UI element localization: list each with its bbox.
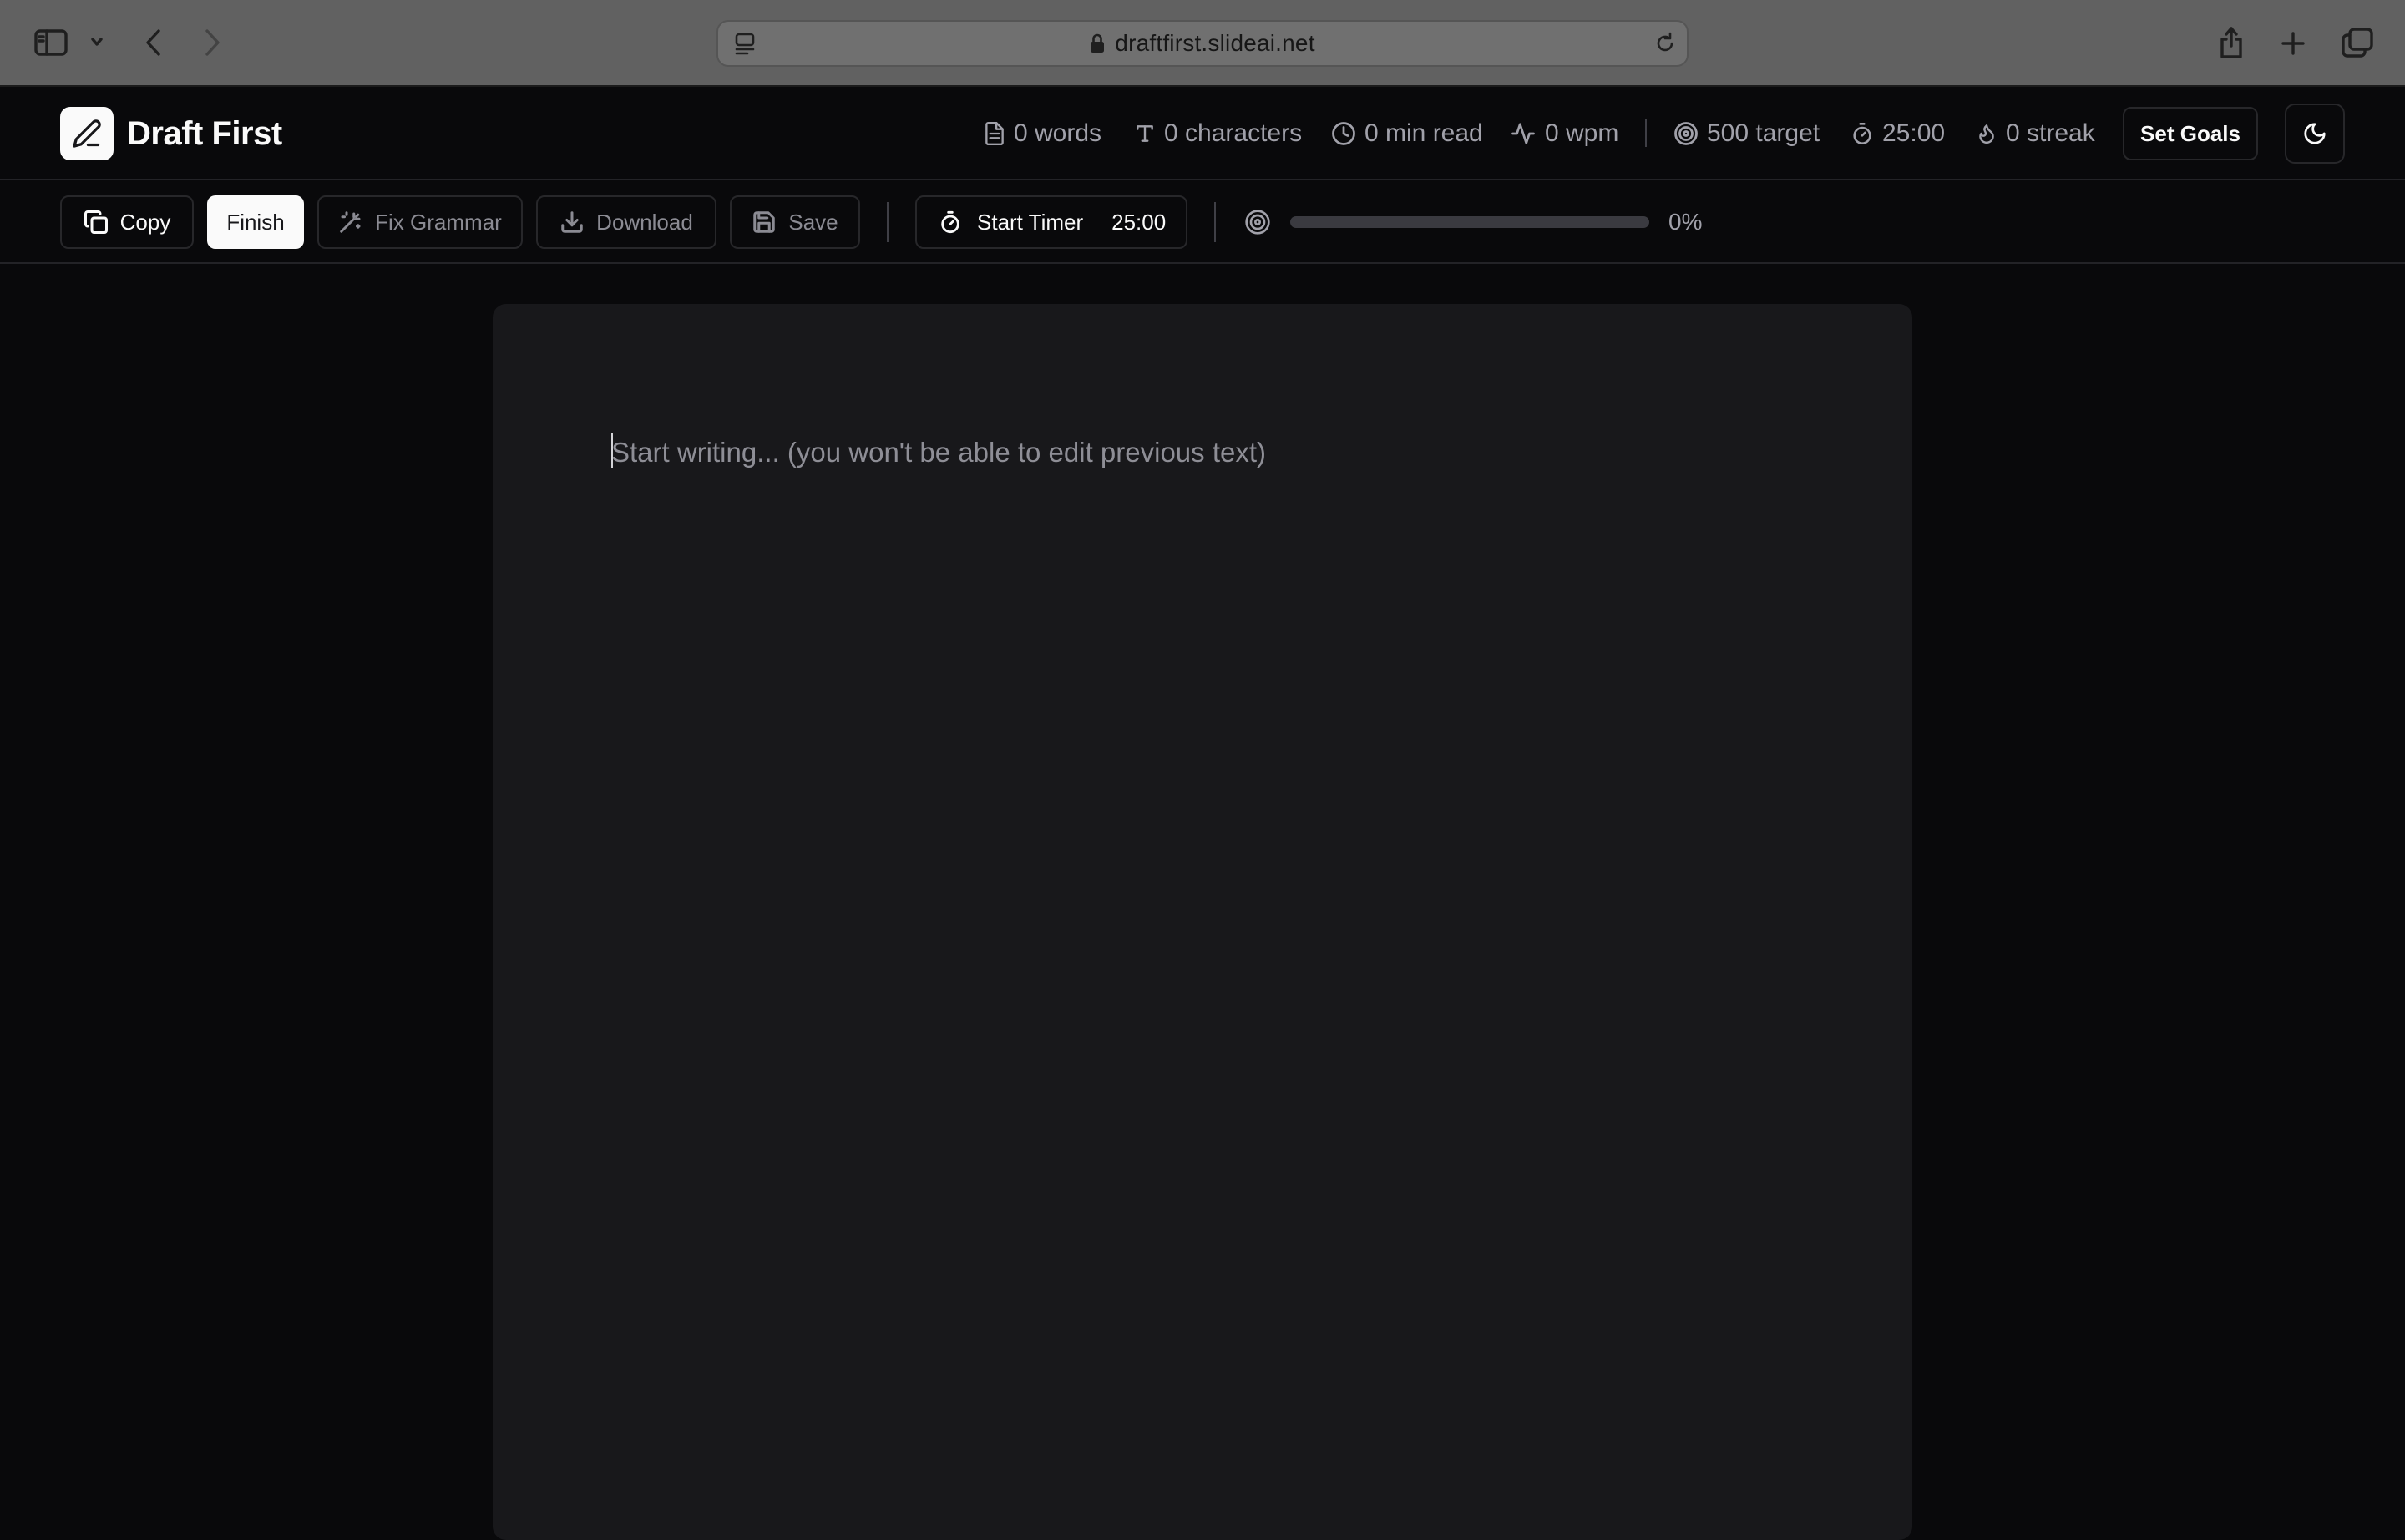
timer-icon bbox=[939, 210, 962, 235]
read-time-text: 0 min read bbox=[1365, 119, 1483, 147]
read-time: 0 min read bbox=[1331, 115, 1483, 152]
theme-toggle-button[interactable] bbox=[2285, 104, 2345, 164]
browser-toolbar: draftfirst.slideai.net bbox=[0, 0, 2405, 87]
app-header: Draft First 0 words 0 characters 0 min r… bbox=[0, 89, 2405, 180]
back-icon[interactable] bbox=[137, 25, 170, 60]
download-icon bbox=[559, 210, 585, 235]
flame-icon bbox=[1976, 121, 1997, 146]
magic-wand-icon bbox=[338, 210, 363, 235]
goal-progress-bar bbox=[1290, 216, 1649, 228]
goal-progress-percent: 0% bbox=[1668, 209, 1703, 235]
stats-divider bbox=[1645, 119, 1647, 147]
word-target-text: 500 target bbox=[1707, 119, 1820, 147]
chevron-down-icon[interactable] bbox=[87, 32, 107, 52]
target-icon bbox=[1673, 121, 1699, 146]
writing-streak: 0 streak bbox=[1976, 115, 2095, 152]
save-icon bbox=[752, 210, 777, 235]
words-per-minute: 0 wpm bbox=[1510, 115, 1618, 152]
editor-toolbar: Copy Finish Fix Grammar Download Save St… bbox=[0, 180, 2405, 264]
start-timer-button[interactable]: Start Timer 25:00 bbox=[915, 195, 1187, 249]
timer-value: 25:00 bbox=[1111, 209, 1167, 235]
target-icon bbox=[1244, 209, 1271, 236]
streak-text: 0 streak bbox=[2006, 119, 2095, 147]
set-goals-button[interactable]: Set Goals bbox=[2123, 107, 2258, 160]
finish-button[interactable]: Finish bbox=[207, 195, 304, 249]
moon-icon bbox=[2302, 121, 2327, 146]
fix-grammar-button[interactable]: Fix Grammar bbox=[317, 195, 523, 249]
address-bar[interactable]: draftfirst.slideai.net bbox=[716, 20, 1689, 67]
copy-icon bbox=[84, 210, 109, 235]
share-icon[interactable] bbox=[2215, 23, 2248, 62]
word-target: 500 target bbox=[1673, 115, 1820, 152]
text-cursor bbox=[611, 433, 613, 468]
url-text: draftfirst.slideai.net bbox=[1115, 30, 1315, 56]
activity-icon bbox=[1510, 121, 1537, 146]
pencil-icon bbox=[72, 119, 102, 149]
fix-grammar-label: Fix Grammar bbox=[375, 209, 502, 235]
toolbar-divider bbox=[1214, 202, 1216, 242]
download-label: Download bbox=[596, 209, 693, 235]
session-timer: 25:00 bbox=[1851, 115, 1945, 152]
type-icon bbox=[1134, 122, 1156, 145]
sidebar-toggle-icon[interactable] bbox=[33, 25, 68, 60]
copy-button[interactable]: Copy bbox=[60, 195, 194, 249]
app-title: Draft First bbox=[127, 115, 282, 152]
character-count: 0 characters bbox=[1134, 115, 1302, 152]
app-logo bbox=[60, 107, 114, 160]
timer-icon bbox=[1851, 121, 1874, 146]
copy-label: Copy bbox=[119, 209, 171, 235]
character-count-text: 0 characters bbox=[1164, 119, 1303, 147]
reload-icon[interactable] bbox=[1650, 28, 1680, 58]
lock-icon bbox=[1090, 33, 1105, 53]
editor-panel bbox=[493, 304, 1912, 1540]
download-button[interactable]: Download bbox=[536, 195, 716, 249]
file-text-icon bbox=[984, 121, 1005, 146]
toolbar-divider bbox=[887, 202, 889, 242]
start-timer-label: Start Timer bbox=[977, 209, 1084, 235]
save-label: Save bbox=[788, 209, 838, 235]
forward-icon[interactable] bbox=[195, 25, 229, 60]
tabs-overview-icon[interactable] bbox=[2340, 25, 2375, 60]
writing-input[interactable] bbox=[611, 428, 1780, 478]
clock-icon bbox=[1331, 121, 1356, 146]
word-count: 0 words bbox=[984, 115, 1101, 152]
new-tab-icon[interactable] bbox=[2276, 27, 2310, 60]
session-timer-text: 25:00 bbox=[1882, 119, 1946, 147]
wpm-text: 0 wpm bbox=[1545, 119, 1619, 147]
save-button[interactable]: Save bbox=[730, 195, 860, 249]
word-count-text: 0 words bbox=[1014, 119, 1102, 147]
